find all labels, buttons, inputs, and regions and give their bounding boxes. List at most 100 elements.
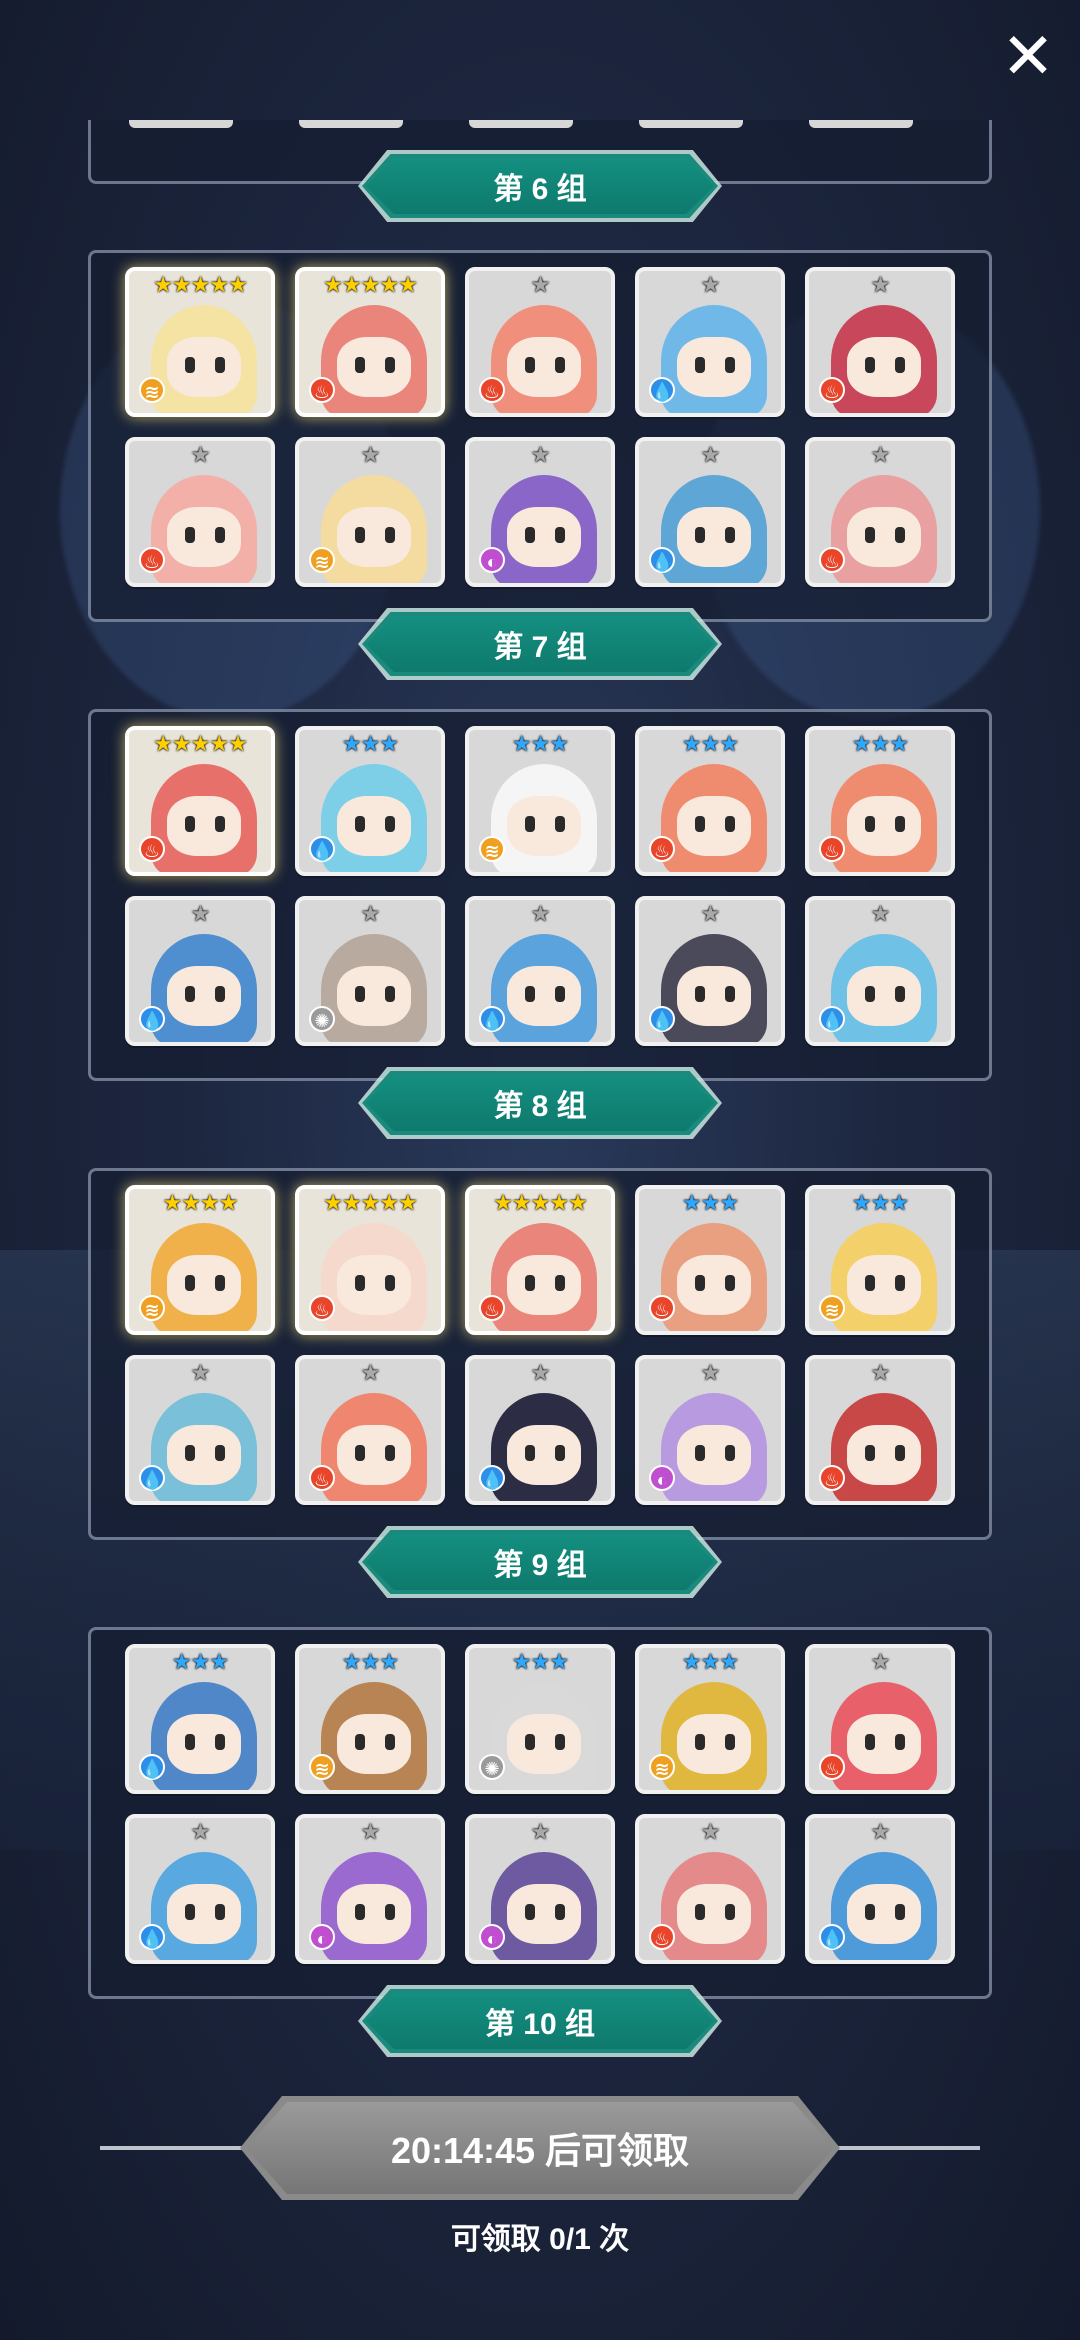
group-label: 第 9 组 (362, 1530, 718, 1594)
star-rating: ★ (530, 1819, 551, 1844)
wind-element-icon: ≋ (479, 836, 505, 862)
hero-grid: ★★★ 💧 ★★★ ≋ ★★★ ✺ ★★★ ≋ ★ ♨ ★ 💧 ★ ◐ ★ ◐ ★ ♨ ★ 💧 (125, 1644, 955, 1964)
hero-card-partial[interactable] (809, 120, 913, 128)
fire-element-icon: ♨ (309, 1465, 335, 1491)
hero-face (337, 507, 411, 567)
hero-card[interactable]: ★★★★ ≋ (125, 1185, 275, 1335)
hero-card[interactable]: ★★★ ≋ (465, 726, 615, 876)
hero-card[interactable]: ★ ♨ (805, 1355, 955, 1505)
hero-eye (695, 1445, 705, 1461)
hero-card[interactable]: ★ 💧 (125, 1814, 275, 1964)
hero-card[interactable]: ★ 💧 (465, 896, 615, 1046)
group-box: ★★★★★ ≋ ★★★★★ ♨ ★ ♨ ★ 💧 ★ ♨ ★ ♨ ★ ≋ ★ ◐ ★ 💧 ★ ♨ (88, 250, 992, 622)
hero-eye (215, 1734, 225, 1750)
star-rating: ★★★ (341, 731, 399, 756)
star-rating: ★ (870, 1819, 891, 1844)
hero-card-partial[interactable] (469, 120, 573, 128)
hero-eye (355, 1275, 365, 1291)
hero-face (677, 507, 751, 567)
hero-card[interactable]: ★★★ ≋ (805, 1185, 955, 1335)
fire-element-icon: ♨ (309, 377, 335, 403)
group-label-text: 第 8 组 (366, 1075, 714, 1131)
hero-eye (695, 1275, 705, 1291)
star-rating: ★★★ (171, 1649, 229, 1674)
hero-eye (695, 1904, 705, 1920)
hero-eye (385, 1734, 395, 1750)
hero-face (507, 1425, 581, 1485)
star-rating: ★ (360, 901, 381, 926)
hero-card[interactable]: ★★★ 💧 (295, 726, 445, 876)
claim-button[interactable]: 20:14:45 后可领取 (240, 2096, 840, 2200)
hero-face (507, 1884, 581, 1944)
hero-card[interactable]: ★★★★★ ♨ (295, 267, 445, 417)
close-button[interactable]: ✕ (1000, 24, 1056, 88)
hero-eye (555, 816, 565, 832)
hero-card[interactable]: ★ ♨ (805, 267, 955, 417)
hero-card[interactable]: ★ 💧 (805, 1814, 955, 1964)
hero-eye (895, 986, 905, 1002)
hero-eye (865, 1275, 875, 1291)
hero-eye (385, 1904, 395, 1920)
hero-card[interactable]: ★ ♨ (805, 1644, 955, 1794)
hero-card[interactable]: ★ 💧 (635, 267, 785, 417)
hero-card[interactable]: ★ ♨ (125, 437, 275, 587)
fire-element-icon: ♨ (309, 1295, 335, 1321)
hero-card[interactable]: ★ ♨ (635, 1814, 785, 1964)
hero-card-partial[interactable] (299, 120, 403, 128)
hero-card[interactable]: ★ ◐ (465, 1814, 615, 1964)
hero-card[interactable]: ★ ◐ (465, 437, 615, 587)
hero-face (507, 796, 581, 856)
hero-eye (555, 1445, 565, 1461)
hero-card[interactable]: ★ ≋ (295, 437, 445, 587)
hero-card[interactable]: ★ 💧 (125, 896, 275, 1046)
hero-card[interactable]: ★ ♨ (295, 1355, 445, 1505)
hero-card[interactable]: ★★★★★ ≋ (125, 267, 275, 417)
hero-eye (695, 816, 705, 832)
hero-card[interactable]: ★★★ ✺ (465, 1644, 615, 1794)
hero-face (847, 966, 921, 1026)
hero-card[interactable]: ★ ◐ (635, 1355, 785, 1505)
hero-face (167, 966, 241, 1026)
hero-card[interactable]: ★ ♨ (465, 267, 615, 417)
wind-element-icon: ≋ (649, 1754, 675, 1780)
hero-card[interactable]: ★★★★★ ♨ (295, 1185, 445, 1335)
fire-element-icon: ♨ (819, 377, 845, 403)
wind-element-icon: ≋ (139, 1295, 165, 1321)
hero-eye (895, 1904, 905, 1920)
hero-card[interactable]: ★ 💧 (125, 1355, 275, 1505)
hero-card[interactable]: ★★★ ≋ (295, 1644, 445, 1794)
hero-eye (725, 1904, 735, 1920)
hero-card[interactable]: ★★★★★ ♨ (125, 726, 275, 876)
hero-card-partial[interactable] (639, 120, 743, 128)
hero-face (507, 1714, 581, 1774)
star-rating: ★★★ (681, 1190, 739, 1215)
hero-card[interactable]: ★ 💧 (635, 437, 785, 587)
hero-card[interactable]: ★ 💧 (805, 896, 955, 1046)
star-rating: ★★★★ (162, 1190, 239, 1215)
hero-eye (525, 1734, 535, 1750)
hero-card[interactable]: ★ 💧 (635, 896, 785, 1046)
hero-face (677, 1884, 751, 1944)
fire-element-icon: ♨ (819, 1754, 845, 1780)
hero-card-partial[interactable] (129, 120, 233, 128)
hero-card[interactable]: ★ ♨ (805, 437, 955, 587)
hero-card[interactable]: ★★★ 💧 (125, 1644, 275, 1794)
hero-card[interactable]: ★ ◐ (295, 1814, 445, 1964)
hero-card[interactable]: ★★★ ♨ (635, 1185, 785, 1335)
star-rating: ★★★★★ (323, 272, 418, 297)
hero-card[interactable]: ★ ✺ (295, 896, 445, 1046)
star-rating: ★★★ (341, 1649, 399, 1674)
star-rating: ★ (530, 442, 551, 467)
hero-card[interactable]: ★★★ ≋ (635, 1644, 785, 1794)
fire-element-icon: ♨ (649, 836, 675, 862)
hero-card[interactable]: ★★★ ♨ (635, 726, 785, 876)
hero-eye (215, 527, 225, 543)
hero-card[interactable]: ★★★★★ ♨ (465, 1185, 615, 1335)
hero-eye (895, 1734, 905, 1750)
hero-card[interactable]: ★★★ ♨ (805, 726, 955, 876)
hero-card[interactable]: ★ 💧 (465, 1355, 615, 1505)
star-rating: ★ (530, 1360, 551, 1385)
star-rating: ★★★ (681, 1649, 739, 1674)
star-rating: ★ (360, 442, 381, 467)
hero-eye (865, 1445, 875, 1461)
